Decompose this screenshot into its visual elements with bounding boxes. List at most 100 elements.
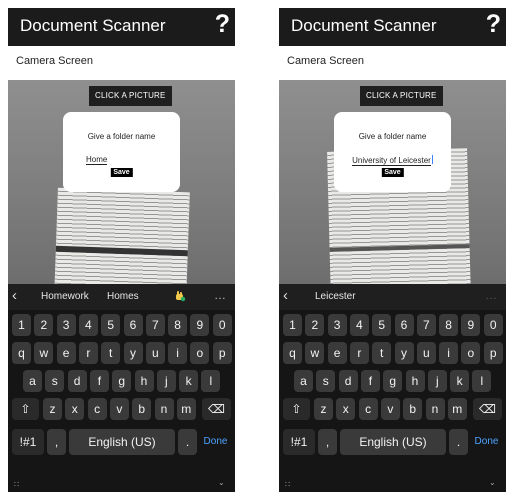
- suggestion-word[interactable]: Homework: [41, 291, 89, 302]
- key-s[interactable]: s: [45, 370, 65, 392]
- done-key[interactable]: Done: [471, 429, 502, 455]
- key-e[interactable]: e: [327, 342, 347, 364]
- more-options-icon[interactable]: …: [214, 288, 227, 302]
- key-y[interactable]: y: [123, 342, 143, 364]
- key-n[interactable]: n: [154, 398, 174, 420]
- key-h[interactable]: h: [405, 370, 425, 392]
- key-m[interactable]: m: [447, 398, 467, 420]
- symbols-key[interactable]: !#1: [12, 429, 44, 455]
- key-p[interactable]: p: [483, 342, 503, 364]
- key-8[interactable]: 8: [439, 314, 459, 336]
- key-e[interactable]: e: [56, 342, 76, 364]
- hide-keyboard-icon[interactable]: ⌄: [489, 478, 496, 487]
- click-picture-button[interactable]: CLICK A PICTURE: [360, 86, 443, 106]
- key-y[interactable]: y: [394, 342, 414, 364]
- key-k[interactable]: k: [450, 370, 470, 392]
- key-f[interactable]: f: [89, 370, 109, 392]
- key-j[interactable]: j: [427, 370, 447, 392]
- key-i[interactable]: i: [168, 342, 188, 364]
- key-v[interactable]: v: [109, 398, 129, 420]
- folder-name-input[interactable]: University of Leicester: [334, 155, 451, 166]
- backspace-key[interactable]: ⌫: [473, 398, 502, 420]
- key-u[interactable]: u: [416, 342, 436, 364]
- key-g[interactable]: g: [383, 370, 403, 392]
- help-button[interactable]: ?: [486, 10, 501, 39]
- hide-keyboard-icon[interactable]: ⌄: [218, 478, 225, 487]
- key-g[interactable]: g: [112, 370, 132, 392]
- key-1[interactable]: 1: [12, 314, 31, 336]
- key-w[interactable]: w: [34, 342, 54, 364]
- key-d[interactable]: d: [338, 370, 358, 392]
- key-2[interactable]: 2: [34, 314, 54, 336]
- key-3[interactable]: 3: [327, 314, 347, 336]
- key-r[interactable]: r: [78, 342, 98, 364]
- save-button[interactable]: Save: [110, 168, 133, 177]
- key-b[interactable]: b: [132, 398, 152, 420]
- key-l[interactable]: l: [472, 370, 492, 392]
- suggestion-word[interactable]: Leicester: [315, 291, 356, 302]
- key-4[interactable]: 4: [78, 314, 98, 336]
- backspace-key[interactable]: ⌫: [202, 398, 231, 420]
- key-0[interactable]: 0: [212, 314, 232, 336]
- done-key[interactable]: Done: [200, 429, 231, 455]
- shift-key[interactable]: ⇧: [12, 398, 39, 420]
- more-options-icon[interactable]: …: [485, 288, 498, 302]
- space-key[interactable]: English (US): [340, 429, 446, 455]
- key-7[interactable]: 7: [145, 314, 165, 336]
- key-z[interactable]: z: [43, 398, 62, 420]
- key-i[interactable]: i: [439, 342, 459, 364]
- key-2[interactable]: 2: [305, 314, 325, 336]
- symbols-key[interactable]: !#1: [283, 429, 315, 455]
- key-8[interactable]: 8: [168, 314, 188, 336]
- key-x[interactable]: x: [336, 398, 356, 420]
- key-6[interactable]: 6: [394, 314, 414, 336]
- key-5[interactable]: 5: [372, 314, 392, 336]
- key-9[interactable]: 9: [190, 314, 210, 336]
- key-k[interactable]: k: [179, 370, 199, 392]
- period-key[interactable]: .: [449, 429, 468, 455]
- key-q[interactable]: q: [283, 342, 302, 364]
- key-w[interactable]: w: [305, 342, 325, 364]
- key-u[interactable]: u: [145, 342, 165, 364]
- keyboard-grid-icon[interactable]: ∷: [14, 480, 19, 489]
- key-p[interactable]: p: [212, 342, 232, 364]
- comma-key[interactable]: ,: [318, 429, 337, 455]
- key-z[interactable]: z: [314, 398, 333, 420]
- key-c[interactable]: c: [87, 398, 107, 420]
- key-l[interactable]: l: [201, 370, 221, 392]
- key-h[interactable]: h: [134, 370, 154, 392]
- key-t[interactable]: t: [101, 342, 121, 364]
- key-6[interactable]: 6: [123, 314, 143, 336]
- back-icon[interactable]: ‹: [12, 287, 17, 304]
- help-button[interactable]: ?: [215, 10, 230, 39]
- key-d[interactable]: d: [67, 370, 87, 392]
- key-0[interactable]: 0: [483, 314, 503, 336]
- shift-key[interactable]: ⇧: [283, 398, 310, 420]
- key-c[interactable]: c: [358, 398, 378, 420]
- key-r[interactable]: r: [349, 342, 369, 364]
- key-o[interactable]: o: [461, 342, 481, 364]
- hand-icon[interactable]: [174, 290, 186, 302]
- key-4[interactable]: 4: [349, 314, 369, 336]
- key-9[interactable]: 9: [461, 314, 481, 336]
- key-a[interactable]: a: [23, 370, 42, 392]
- key-7[interactable]: 7: [416, 314, 436, 336]
- click-picture-button[interactable]: CLICK A PICTURE: [89, 86, 172, 106]
- key-1[interactable]: 1: [283, 314, 302, 336]
- key-t[interactable]: t: [372, 342, 392, 364]
- save-button[interactable]: Save: [381, 168, 404, 177]
- key-a[interactable]: a: [294, 370, 313, 392]
- key-m[interactable]: m: [176, 398, 196, 420]
- period-key[interactable]: .: [178, 429, 197, 455]
- key-v[interactable]: v: [380, 398, 400, 420]
- space-key[interactable]: English (US): [69, 429, 175, 455]
- key-3[interactable]: 3: [56, 314, 76, 336]
- key-b[interactable]: b: [403, 398, 423, 420]
- folder-name-input[interactable]: Home: [63, 155, 180, 165]
- key-5[interactable]: 5: [101, 314, 121, 336]
- suggestion-word[interactable]: Homes: [107, 291, 139, 302]
- back-icon[interactable]: ‹: [283, 287, 288, 304]
- key-n[interactable]: n: [425, 398, 445, 420]
- key-s[interactable]: s: [316, 370, 336, 392]
- key-q[interactable]: q: [12, 342, 31, 364]
